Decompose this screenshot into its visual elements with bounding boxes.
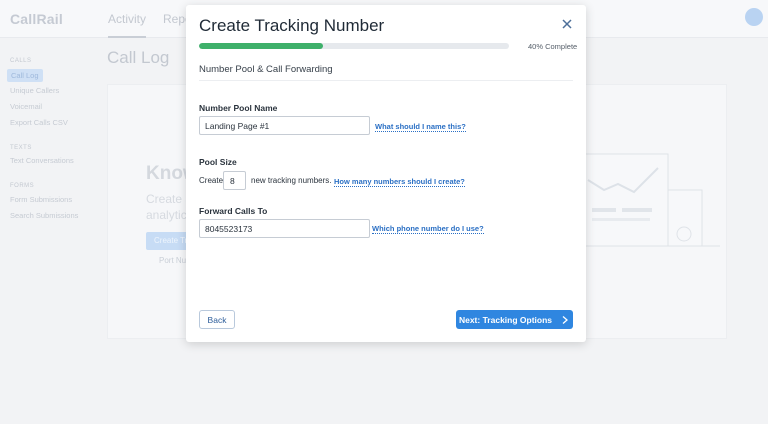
- forward-calls-label: Forward Calls To: [199, 206, 268, 216]
- sidebar-item-text-conversations[interactable]: Text Conversations: [10, 156, 74, 165]
- pool-size-label: Pool Size: [199, 157, 237, 167]
- progress-label: 40% Complete: [528, 42, 578, 51]
- sidebar-header-forms: FORMS: [10, 183, 35, 189]
- callrail-logo: CallRail: [10, 11, 63, 27]
- close-icon[interactable]: [560, 17, 574, 31]
- back-button[interactable]: Back: [199, 310, 235, 329]
- modal-title: Create Tracking Number: [199, 16, 385, 35]
- sidebar: CALLS Call Log Unique Callers Voicemail …: [0, 38, 100, 424]
- nav-activity[interactable]: Activity: [108, 12, 147, 38]
- pool-size-prefix: Create: [199, 176, 224, 185]
- pool-size-input[interactable]: [223, 171, 246, 190]
- sidebar-item-unique-callers[interactable]: Unique Callers: [10, 86, 59, 95]
- pool-name-input[interactable]: [199, 116, 370, 135]
- progress-bar-fill: [199, 43, 323, 49]
- user-avatar[interactable]: [745, 8, 763, 26]
- sidebar-item-export-calls[interactable]: Export Calls CSV: [10, 118, 68, 127]
- page-title: Call Log: [107, 48, 170, 67]
- create-tracking-button-bg[interactable]: Create Tr: [146, 232, 191, 250]
- next-tracking-options-button[interactable]: Next: Tracking Options: [456, 310, 573, 329]
- sidebar-header-calls: CALLS: [10, 58, 32, 64]
- chevron-right-icon: [562, 315, 569, 324]
- sidebar-item-search-submissions[interactable]: Search Submissions: [10, 211, 78, 220]
- sidebar-item-call-log[interactable]: Call Log: [7, 69, 43, 82]
- pool-name-label: Number Pool Name: [199, 103, 278, 113]
- pool-size-help-link[interactable]: How many numbers should I create?: [334, 177, 465, 187]
- next-button-label: Next: Tracking Options: [458, 314, 553, 325]
- pool-name-help-link[interactable]: What should I name this?: [375, 122, 466, 132]
- create-tracking-number-modal: Create Tracking Number 40% Complete Numb…: [186, 5, 586, 342]
- port-numbers-link[interactable]: Port Nu: [159, 256, 186, 265]
- sidebar-item-voicemail[interactable]: Voicemail: [10, 102, 42, 111]
- forward-calls-help-link[interactable]: Which phone number do I use?: [372, 224, 484, 234]
- progress-bar: [199, 43, 509, 49]
- pool-size-suffix: new tracking numbers.: [251, 176, 332, 185]
- section-divider: [199, 80, 573, 81]
- section-title: Number Pool & Call Forwarding: [199, 64, 333, 75]
- sidebar-item-form-submissions[interactable]: Form Submissions: [10, 195, 72, 204]
- forward-calls-input[interactable]: [199, 219, 370, 238]
- analytics-illustration: [582, 153, 720, 247]
- sidebar-header-texts: TEXTS: [10, 145, 32, 151]
